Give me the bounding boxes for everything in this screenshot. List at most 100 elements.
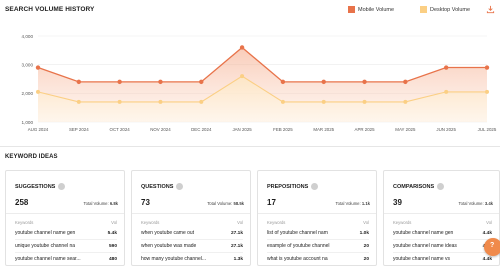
desktop-volume-point [36, 89, 40, 94]
x-tick-label: JUL 2025 [478, 127, 497, 132]
card-count: 17 [267, 198, 276, 207]
row-divider [267, 252, 369, 253]
keyword-row[interactable]: youtube channel name sear... 480 [15, 254, 117, 264]
mobile-volume-point [158, 79, 163, 85]
keyword-row[interactable]: example of youtube channel 20 [267, 241, 369, 251]
keyword-text[interactable]: list of youtube channel nam [267, 230, 328, 236]
desktop-volume-point [362, 99, 367, 104]
card-header: COMPARISONS [393, 183, 445, 190]
keyword-text[interactable]: youtube channel name ideas [393, 243, 457, 249]
keyword-row[interactable]: how many youtube channel... 1.3k [141, 254, 243, 264]
desktop-volume-point [240, 74, 245, 79]
info-icon[interactable] [58, 183, 66, 190]
keyword-row[interactable]: youtube channel name gen 5.4k [15, 228, 117, 238]
col-keywords: Keywords [15, 220, 34, 225]
chat-bubble-icon[interactable]: ? [484, 238, 500, 256]
x-tick-label: JUN 2025 [436, 127, 456, 132]
keyword-text[interactable]: when youtube came out [141, 230, 194, 236]
keyword-row[interactable]: list of youtube channel nam 1.0k [267, 228, 369, 238]
keyword-text[interactable]: how many youtube channel... [141, 256, 206, 262]
keyword-volume: 4.4k [482, 256, 492, 262]
card-title: SUGGESTIONS [15, 183, 56, 190]
y-tick-label: 1,000 [22, 120, 34, 125]
keyword-text[interactable]: youtube channel name sear... [15, 256, 81, 262]
keyword-text[interactable]: unique youtube channel na [15, 243, 75, 249]
keyword-text[interactable]: youtube channel name gen [15, 230, 75, 236]
keyword-text[interactable]: youtube channel name vs [393, 256, 450, 262]
x-tick-label: MAY 2025 [395, 127, 416, 132]
card-total-volume: Total Volume: 58.5k [207, 201, 244, 206]
col-keywords: Keywords [267, 220, 286, 225]
card-separator [132, 213, 250, 214]
mobile-volume-point [484, 65, 490, 70]
keyword-volume: 1.0k [359, 230, 369, 236]
desktop-volume-point [199, 99, 204, 104]
mobile-volume-point [35, 65, 41, 70]
legend-mobile-volume[interactable]: Mobile Volume [348, 6, 394, 13]
total-label: Total Volume: [83, 201, 109, 206]
mobile-volume-point [321, 79, 326, 85]
mobile-volume-point [199, 79, 204, 85]
card-title: PREPOSITIONS [267, 183, 309, 190]
card-count: 258 [15, 198, 29, 207]
keyword-row[interactable]: what is youtube account na 20 [267, 254, 369, 264]
download-icon[interactable] [486, 5, 495, 14]
info-icon[interactable] [437, 183, 445, 190]
card-title: COMPARISONS [393, 183, 435, 190]
keyword-text[interactable]: what is youtube account na [267, 256, 328, 262]
card-header: PREPOSITIONS [267, 183, 319, 190]
keyword-row[interactable]: youtube channel name gen 4.4k [393, 228, 492, 238]
y-tick-label: 4,000 [22, 34, 34, 39]
search-volume-title: SEARCH VOLUME HISTORY [5, 6, 95, 13]
keyword-row[interactable]: youtube channel name vs 4.4k [393, 254, 492, 264]
legend-desktop-volume[interactable]: Desktop Volume [420, 6, 470, 13]
card-questions[interactable]: QUESTIONS 73 Total Volume: 58.5k Keyword… [131, 170, 251, 266]
search-volume-panel: 4,000 3,000 2,000 1,000 AUG 2024 SEP 2024 OCT … [0, 0, 500, 140]
card-header: QUESTIONS [141, 183, 184, 190]
desktop-volume-point [444, 89, 449, 94]
keyword-row[interactable]: unique youtube channel na 590 [15, 241, 117, 251]
keyword-volume: 1.3k [233, 256, 243, 262]
chat-glyph: ? [490, 242, 495, 249]
legend-desktop-label: Desktop Volume [430, 6, 471, 13]
row-divider [141, 239, 243, 240]
keyword-text[interactable]: when youtube was made [141, 243, 196, 249]
col-keywords: Keywords [141, 220, 160, 225]
card-separator [384, 213, 499, 214]
row-divider [393, 239, 492, 240]
keyword-dashboard: 4,000 3,000 2,000 1,000 AUG 2024 SEP 2024 OCT … [0, 0, 500, 266]
card-comparisons[interactable]: COMPARISONS 39 Total Volume: 3.4k Keywor… [383, 170, 500, 266]
desktop-volume-point [485, 89, 489, 94]
card-prepositions[interactable]: PREPOSITIONS 17 Total Volume: 1.1k Keywo… [257, 170, 377, 266]
info-icon[interactable] [176, 183, 184, 190]
legend-mobile-label: Mobile Volume [358, 6, 395, 13]
mobile-volume-point [362, 79, 367, 85]
card-suggestions[interactable]: SUGGESTIONS 258 Total Volume: 6.8k Keywo… [5, 170, 125, 266]
x-tick-label: SEP 2024 [69, 127, 89, 132]
info-icon[interactable] [311, 183, 319, 190]
keyword-row[interactable]: when youtube was made 27.1k [141, 241, 243, 251]
total-label: Total Volume: [207, 201, 233, 206]
row-divider [267, 239, 369, 240]
keyword-text[interactable]: example of youtube channel [267, 243, 330, 249]
col-vol: Vol [486, 220, 492, 225]
x-tick-label: NOV 2024 [150, 127, 171, 132]
legend-mobile-swatch [348, 6, 355, 13]
card-header: SUGGESTIONS [15, 183, 66, 190]
keyword-row[interactable]: youtube channel name ideas 4.4k [393, 241, 492, 251]
keyword-cards: SUGGESTIONS 258 Total Volume: 6.8k Keywo… [5, 170, 500, 266]
keyword-volume: 20 [363, 256, 369, 262]
x-tick-label: AUG 2024 [28, 127, 49, 132]
row-divider [141, 252, 243, 253]
keyword-text[interactable]: youtube channel name gen [393, 230, 453, 236]
row-divider [15, 239, 117, 240]
card-total-volume: Total Volume: 1.1k [336, 201, 370, 206]
col-vol: Vol [237, 220, 243, 225]
keyword-row[interactable]: when youtube came out 27.1k [141, 228, 243, 238]
keyword-volume: 480 [108, 256, 117, 262]
desktop-volume-point [117, 99, 122, 104]
keyword-volume: 27.1k [230, 243, 243, 249]
keyword-volume: 20 [363, 243, 369, 249]
card-count: 39 [393, 198, 402, 207]
y-tick-label: 2,000 [22, 91, 34, 96]
